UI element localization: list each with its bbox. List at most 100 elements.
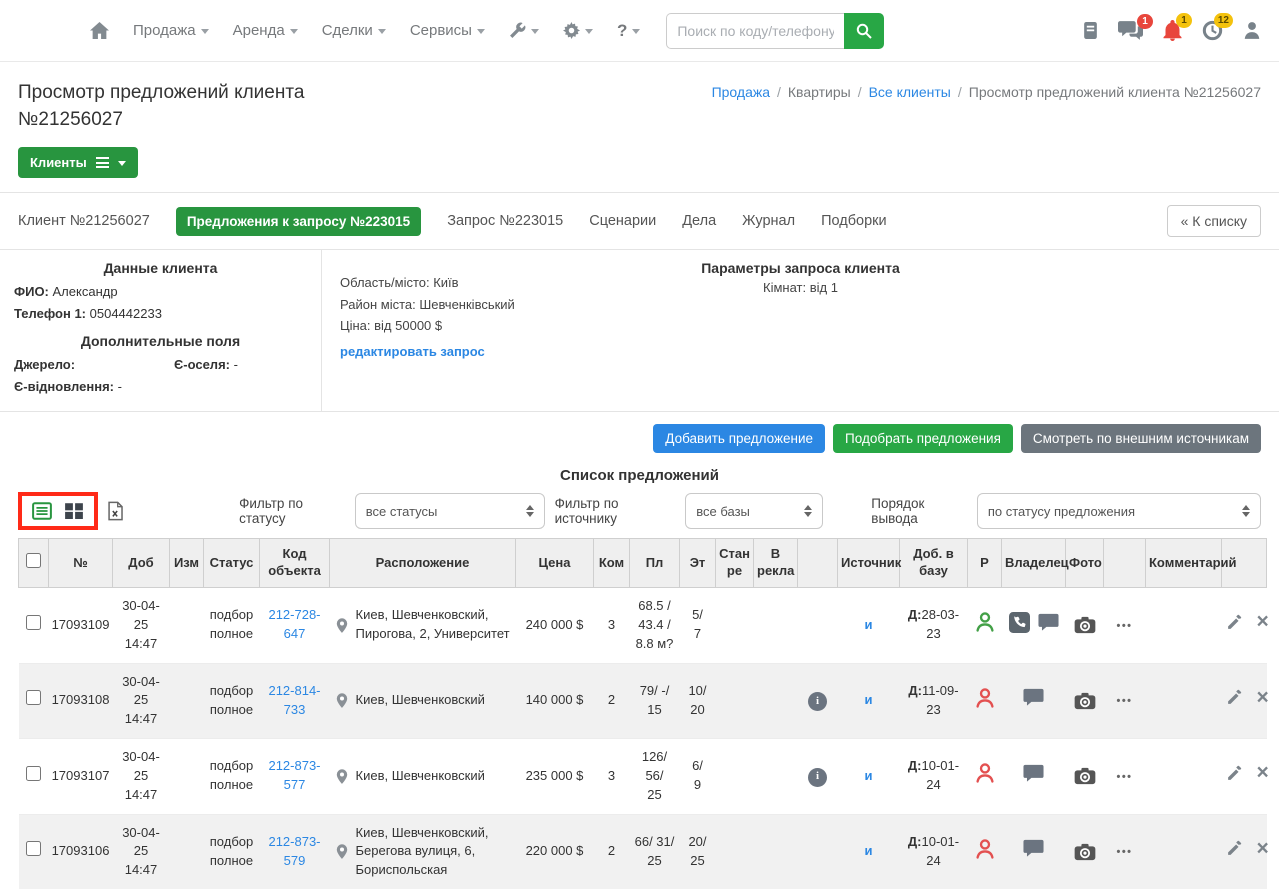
status-filter-select[interactable]: все статусы [355, 493, 545, 529]
journal-icon[interactable] [1083, 21, 1098, 40]
settings-menu[interactable] [563, 22, 593, 39]
menu-services[interactable]: Сервисы [410, 22, 485, 39]
menu-sale[interactable]: Продажа [133, 22, 209, 39]
edit-pencil-icon[interactable] [1226, 689, 1243, 706]
floor-values: 20/ 25 [680, 814, 716, 889]
help-menu[interactable]: ? [617, 21, 640, 41]
param-district: Район міста: Шевченківський [340, 294, 515, 315]
col-more [1104, 539, 1146, 588]
tab-scenarios[interactable]: Сценарии [589, 213, 656, 229]
order-select[interactable]: по статусу предложения [977, 493, 1261, 529]
match-offers-button[interactable]: Подобрать предложения [833, 424, 1013, 453]
added-to-base-label: Д: [908, 834, 922, 849]
tab-offers-to-request[interactable]: Предложения к запросу №223015 [176, 207, 421, 236]
rooms-count: 3 [594, 587, 630, 663]
map-pin-icon[interactable] [334, 843, 350, 860]
info-icon[interactable]: i [808, 692, 827, 711]
more-actions-icon[interactable]: ••• [1116, 846, 1132, 858]
comment-bubble-icon[interactable] [1023, 688, 1044, 707]
breadcrumb-item-all-clients[interactable]: Все клиенты [869, 84, 951, 100]
home-icon[interactable] [90, 22, 109, 39]
map-pin-icon[interactable] [334, 768, 350, 785]
add-offer-button[interactable]: Добавить предложение [653, 424, 825, 453]
status-filter-value: все статусы [366, 504, 438, 519]
messages-icon[interactable]: 1 [1118, 21, 1143, 41]
back-to-list-button[interactable]: « К списку [1167, 205, 1261, 237]
external-sources-button[interactable]: Смотреть по внешним источникам [1021, 424, 1261, 453]
delete-x-icon[interactable]: × [1257, 766, 1269, 780]
history-badge: 12 [1214, 13, 1233, 28]
photo-camera-icon[interactable] [1070, 767, 1100, 785]
comment-bubble-icon[interactable] [1023, 839, 1044, 858]
photo-camera-icon[interactable] [1070, 692, 1100, 710]
edit-request-link[interactable]: редактировать запрос [340, 341, 485, 362]
breadcrumb-item-sale[interactable]: Продажа [712, 84, 770, 100]
history-clock-icon[interactable]: 12 [1202, 20, 1223, 41]
menu-deals[interactable]: Сделки [322, 22, 386, 39]
owner-status-icon[interactable] [974, 687, 996, 709]
row-checkbox[interactable] [26, 841, 41, 856]
more-actions-icon[interactable]: ••• [1116, 695, 1132, 707]
grid-view-icon[interactable] [64, 502, 84, 520]
photo-camera-icon[interactable] [1070, 843, 1100, 861]
client-panel: Данные клиента ФИО: Александр Телефон 1:… [0, 249, 1279, 412]
col-condition: Стан ре [716, 539, 754, 588]
offer-status: подбор полное [204, 587, 260, 663]
delete-x-icon[interactable]: × [1257, 615, 1269, 629]
more-actions-icon[interactable]: ••• [1116, 620, 1132, 632]
source-flag: и [865, 691, 873, 710]
tab-tasks[interactable]: Дела [682, 213, 716, 229]
edit-pencil-icon[interactable] [1226, 765, 1243, 782]
fio-value: Александр [53, 284, 118, 299]
added-to-base-date: 10-01-24 [922, 758, 960, 792]
tab-selections[interactable]: Подборки [821, 213, 887, 229]
tab-client[interactable]: Клиент №21256027 [18, 213, 150, 229]
edit-pencil-icon[interactable] [1226, 614, 1243, 631]
map-pin-icon[interactable] [334, 692, 350, 709]
tab-request[interactable]: Запрос №223015 [447, 213, 563, 229]
select-arrows-icon [1242, 505, 1250, 517]
clients-button-label: Клиенты [30, 155, 87, 170]
delete-x-icon[interactable]: × [1257, 842, 1269, 856]
object-code-link[interactable]: 212-873-577 [268, 758, 320, 792]
edit-pencil-icon[interactable] [1226, 840, 1243, 857]
delete-x-icon[interactable]: × [1257, 691, 1269, 705]
comment-bubble-icon[interactable] [1038, 613, 1059, 632]
select-all-checkbox[interactable] [26, 553, 41, 568]
col-rooms: Ком [594, 539, 630, 588]
info-icon[interactable]: i [808, 768, 827, 787]
notifications-bell-icon[interactable]: 1 [1163, 20, 1182, 41]
row-checkbox[interactable] [26, 615, 41, 630]
object-code-link[interactable]: 212-728-647 [268, 607, 320, 641]
owner-status-icon[interactable] [974, 611, 996, 633]
tab-journal[interactable]: Журнал [742, 213, 795, 229]
in-ads-value [754, 739, 798, 815]
floor-values: 10/ 20 [680, 663, 716, 739]
comment-value [1146, 663, 1222, 739]
more-actions-icon[interactable]: ••• [1116, 771, 1132, 783]
excel-export-icon[interactable] [108, 501, 123, 521]
list-view-icon[interactable] [32, 502, 52, 520]
area-values: 79/ -/ 15 [630, 663, 680, 739]
col-added: Доб [113, 539, 170, 588]
added-date: 30-04-25 14:47 [113, 587, 170, 663]
photo-camera-icon[interactable] [1070, 616, 1100, 634]
owner-status-icon[interactable] [974, 838, 996, 860]
map-pin-icon[interactable] [334, 617, 350, 634]
search-input[interactable] [666, 13, 844, 49]
row-checkbox[interactable] [26, 766, 41, 781]
row-checkbox[interactable] [26, 690, 41, 705]
object-code-link[interactable]: 212-814-733 [268, 683, 320, 717]
user-profile-icon[interactable] [1243, 21, 1261, 40]
search-button[interactable] [844, 13, 884, 49]
order-value: по статусу предложения [988, 504, 1135, 519]
source-filter-select[interactable]: все базы [685, 493, 823, 529]
object-code-link[interactable]: 212-873-579 [268, 834, 320, 868]
owner-status-icon[interactable] [974, 762, 996, 784]
phone-icon[interactable] [1009, 612, 1030, 633]
tools-menu[interactable] [509, 22, 539, 39]
offers-list-title: Список предложений [0, 467, 1279, 484]
comment-bubble-icon[interactable] [1023, 764, 1044, 783]
menu-rent[interactable]: Аренда [233, 22, 298, 39]
clients-menu-button[interactable]: Клиенты [18, 147, 138, 178]
